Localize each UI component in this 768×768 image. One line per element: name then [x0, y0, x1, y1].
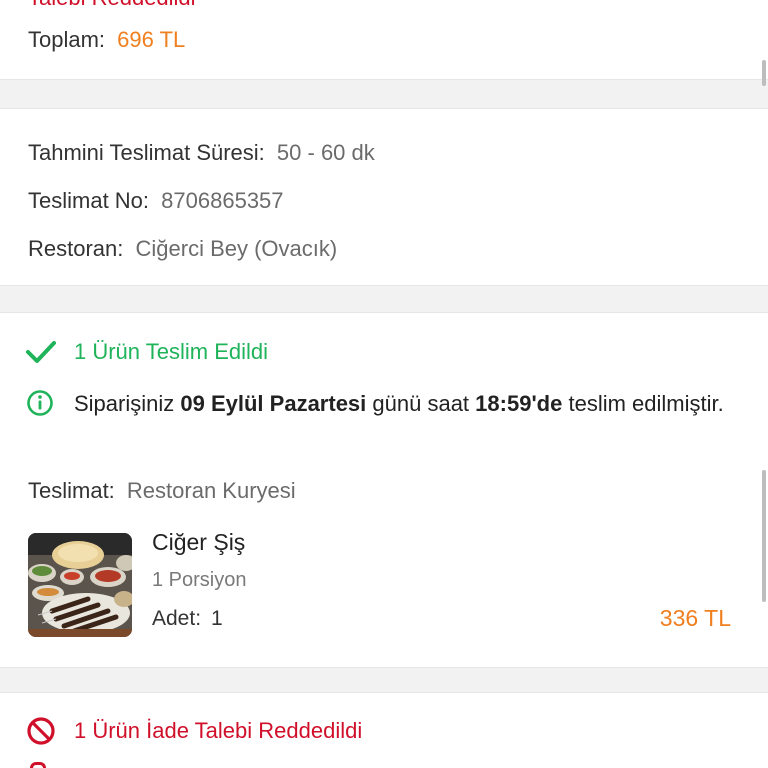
- total-label: Toplam:: [28, 27, 106, 52]
- delivery-info-message: Siparişiniz 09 Eylül Pazartesi günü saat…: [26, 388, 726, 419]
- delivery-method-row: Teslimat: Restoran Kuryesi: [28, 478, 296, 504]
- delivery-method-value: Restoran Kuryesi: [126, 478, 296, 503]
- message-time: 18:59'de: [475, 391, 563, 416]
- delivered-status-row: 1 Ürün Teslim Edildi: [26, 337, 268, 367]
- rejected-status-row: 1 Ürün İade Talebi Reddedildi: [26, 716, 362, 746]
- eta-label: Tahmini Teslimat Süresi:: [28, 140, 265, 165]
- product-quantity: Adet: 1: [152, 607, 223, 631]
- delivered-status-text: 1 Ürün Teslim Edildi: [74, 339, 269, 364]
- restaurant-row: Restoran: Ciğerci Bey (Ovacık): [28, 236, 337, 262]
- eta-value: 50 - 60 dk: [276, 140, 375, 165]
- order-summary-card: Talebi Reddedildi Toplam: 696 TL: [0, 0, 768, 80]
- scrollbar-thumb[interactable]: [762, 470, 766, 602]
- delivery-info-card: Tahmini Teslimat Süresi: 50 - 60 dk Tesl…: [0, 108, 768, 286]
- delivery-no-row: Teslimat No: 8706865357: [28, 188, 284, 214]
- message-date: 09 Eylül Pazartesi: [180, 391, 367, 416]
- next-row-icon-partial: [30, 762, 46, 768]
- message-mid: günü saat: [372, 391, 470, 416]
- delivery-no-value: 8706865357: [161, 188, 284, 213]
- product-image[interactable]: [28, 533, 132, 637]
- quantity-label: Adet:: [152, 607, 202, 630]
- order-detail-page: Talebi Reddedildi Toplam: 696 TL Tahmini…: [0, 0, 768, 768]
- delivery-no-label: Teslimat No:: [28, 188, 150, 213]
- delivery-message-text: Siparişiniz 09 Eylül Pazartesi günü saat…: [74, 388, 724, 419]
- info-icon: [26, 389, 56, 419]
- quantity-value: 1: [211, 607, 223, 630]
- rejected-status-text: 1 Ürün İade Talebi Reddedildi: [74, 718, 363, 743]
- prohibited-icon: [26, 716, 56, 746]
- eta-row: Tahmini Teslimat Süresi: 50 - 60 dk: [28, 140, 375, 166]
- product-price: 336 TL: [659, 605, 731, 631]
- check-icon: [26, 337, 56, 367]
- total-value: 696 TL: [117, 27, 186, 52]
- message-suffix: teslim edilmiştir.: [568, 391, 724, 416]
- product-portion: 1 Porsiyon: [152, 569, 247, 591]
- restaurant-label: Restoran:: [28, 236, 124, 261]
- message-prefix: Siparişiniz: [74, 391, 175, 416]
- clipped-status-text: Talebi Reddedildi: [28, 0, 196, 11]
- delivery-method-label: Teslimat:: [28, 478, 115, 503]
- product-name[interactable]: Ciğer Şiş: [152, 529, 245, 556]
- total-row: Toplam: 696 TL: [28, 27, 185, 53]
- restaurant-value: Ciğerci Bey (Ovacık): [135, 236, 338, 261]
- scrollbar-top[interactable]: [762, 60, 766, 86]
